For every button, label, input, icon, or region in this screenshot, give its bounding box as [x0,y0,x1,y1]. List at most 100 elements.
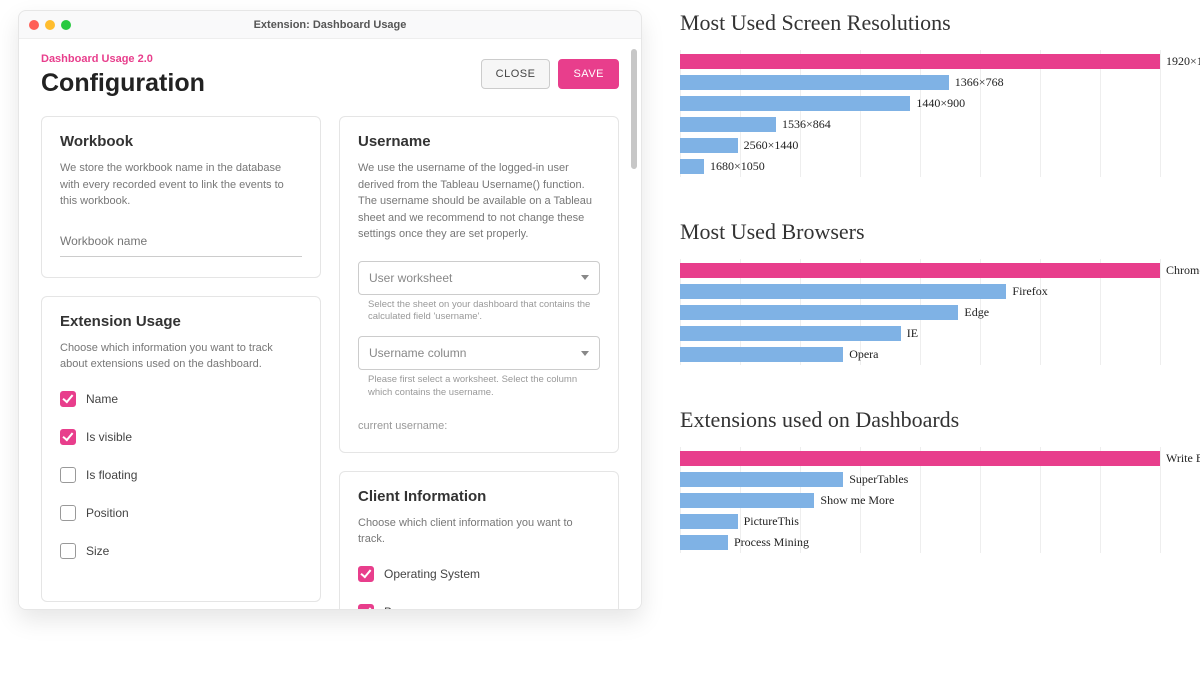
current-username-label: current username: [358,420,600,432]
config-dialog: Extension: Dashboard Usage Dashboard Usa… [18,10,642,610]
chart-bar-label: Edge [964,305,989,320]
chart-bar-row: 1440×900 [680,94,1160,112]
chart-section: Most Used Browsers Chrome Firefox Edge IE Ope… [680,219,1172,363]
user-worksheet-helper: Select the sheet on your dashboard that … [358,299,600,337]
chart-bar-row: 1680×1050 [680,157,1160,175]
chart-bar-label: 1440×900 [916,96,965,111]
chart-bar-row: Write Back Extreme [680,449,1160,467]
chart-title: Most Used Screen Resolutions [680,10,1172,36]
chart-bar-label: Chrome [1166,263,1200,278]
checkbox-icon[interactable] [60,429,76,445]
extension-usage-desc: Choose which information you want to tra… [60,340,302,373]
client-info-card: Client Information Choose which client i… [339,471,619,609]
chart-bar [680,54,1160,69]
client-info-label: Operating System [384,567,480,581]
username-column-select[interactable]: Username column [358,336,600,370]
extension-usage-label: Name [86,392,118,406]
chart-bar-row: SuperTables [680,470,1160,488]
chart-bar [680,117,776,132]
username-title: Username [358,133,600,150]
workbook-title: Workbook [60,133,302,150]
chart-bar-label: IE [907,326,918,341]
checkbox-icon[interactable] [358,604,374,609]
chart-bar [680,138,738,153]
extension-usage-item[interactable]: Name [60,391,302,407]
extension-usage-label: Size [86,544,109,558]
extension-usage-item[interactable]: Is visible [60,429,302,445]
chart-bar [680,535,728,550]
chart-bar-row: 1920×1080 [680,52,1160,70]
chart-bar-row: Edge [680,303,1160,321]
chart-bar [680,263,1160,278]
chart-bar-label: 1920×1080 [1166,54,1200,69]
chart-bar [680,159,704,174]
extension-usage-item[interactable]: Is floating [60,467,302,483]
checkbox-icon[interactable] [358,566,374,582]
client-info-item[interactable]: Operating System [358,566,600,582]
extension-usage-title: Extension Usage [60,313,302,330]
chart-bar [680,451,1160,466]
chart-bar-label: Opera [849,347,878,362]
chart-bar-row: Opera [680,345,1160,363]
chart-bar-row: Firefox [680,282,1160,300]
chart-bar [680,284,1006,299]
chart-bar-label: PictureThis [744,514,799,529]
brand-label: Dashboard Usage 2.0 [41,53,205,65]
chart-bar-row: Process Mining [680,533,1160,551]
client-info-title: Client Information [358,488,600,505]
dialog-window-title: Extension: Dashboard Usage [19,19,641,31]
chart-section: Extensions used on Dashboards Write Back … [680,407,1172,551]
chart-bar [680,75,949,90]
chart-bar [680,326,901,341]
extension-usage-label: Is visible [86,430,132,444]
chart-bar-label: 1366×768 [955,75,1004,90]
scrollbar[interactable] [631,49,637,169]
user-worksheet-value: User worksheet [369,271,452,285]
save-button[interactable]: SAVE [558,59,619,89]
workbook-desc: We store the workbook name in the databa… [60,160,302,210]
checkbox-icon[interactable] [60,505,76,521]
page-title: Configuration [41,69,205,98]
chart-title: Most Used Browsers [680,219,1172,245]
checkbox-icon[interactable] [60,391,76,407]
chart-bar-row: PictureThis [680,512,1160,530]
username-card: Username We use the username of the logg… [339,116,619,453]
username-column-helper: Please first select a worksheet. Select … [358,374,600,412]
chart-bar-label: SuperTables [849,472,908,487]
chart-bar [680,347,843,362]
chart-bar-row: IE [680,324,1160,342]
chart-bar [680,514,738,529]
chart-bar [680,493,814,508]
chart-bar-label: Firefox [1012,284,1047,299]
chart-bar-row: 2560×1440 [680,136,1160,154]
chart-bar-row: 1366×768 [680,73,1160,91]
chart-bar-row: 1536×864 [680,115,1160,133]
chart-bar-label: Write Back Extreme [1166,451,1200,466]
chart-bar-label: 1536×864 [782,117,831,132]
extension-usage-label: Is floating [86,468,137,482]
close-button[interactable]: CLOSE [481,59,551,89]
chevron-down-icon [581,275,589,280]
checkbox-icon[interactable] [60,543,76,559]
chart-bar-label: Process Mining [734,535,809,550]
client-info-desc: Choose which client information you want… [358,515,600,548]
chart-bar [680,472,843,487]
chart-bar-label: 1680×1050 [710,159,765,174]
chart-title: Extensions used on Dashboards [680,407,1172,433]
chart-section: Most Used Screen Resolutions 1920×1080 136… [680,10,1172,175]
chart-bar-row: Chrome [680,261,1160,279]
workbook-name-input[interactable] [60,228,302,257]
chart-bar-label: Show me More [820,493,894,508]
user-worksheet-select[interactable]: User worksheet [358,261,600,295]
username-desc: We use the username of the logged-in use… [358,160,600,243]
client-info-label: Browser [384,605,428,609]
client-info-item[interactable]: Browser [358,604,600,609]
extension-usage-label: Position [86,506,129,520]
extension-usage-item[interactable]: Position [60,505,302,521]
username-column-value: Username column [369,346,466,360]
chart-bar [680,305,958,320]
dialog-titlebar: Extension: Dashboard Usage [19,11,641,39]
chevron-down-icon [581,351,589,356]
extension-usage-item[interactable]: Size [60,543,302,559]
checkbox-icon[interactable] [60,467,76,483]
